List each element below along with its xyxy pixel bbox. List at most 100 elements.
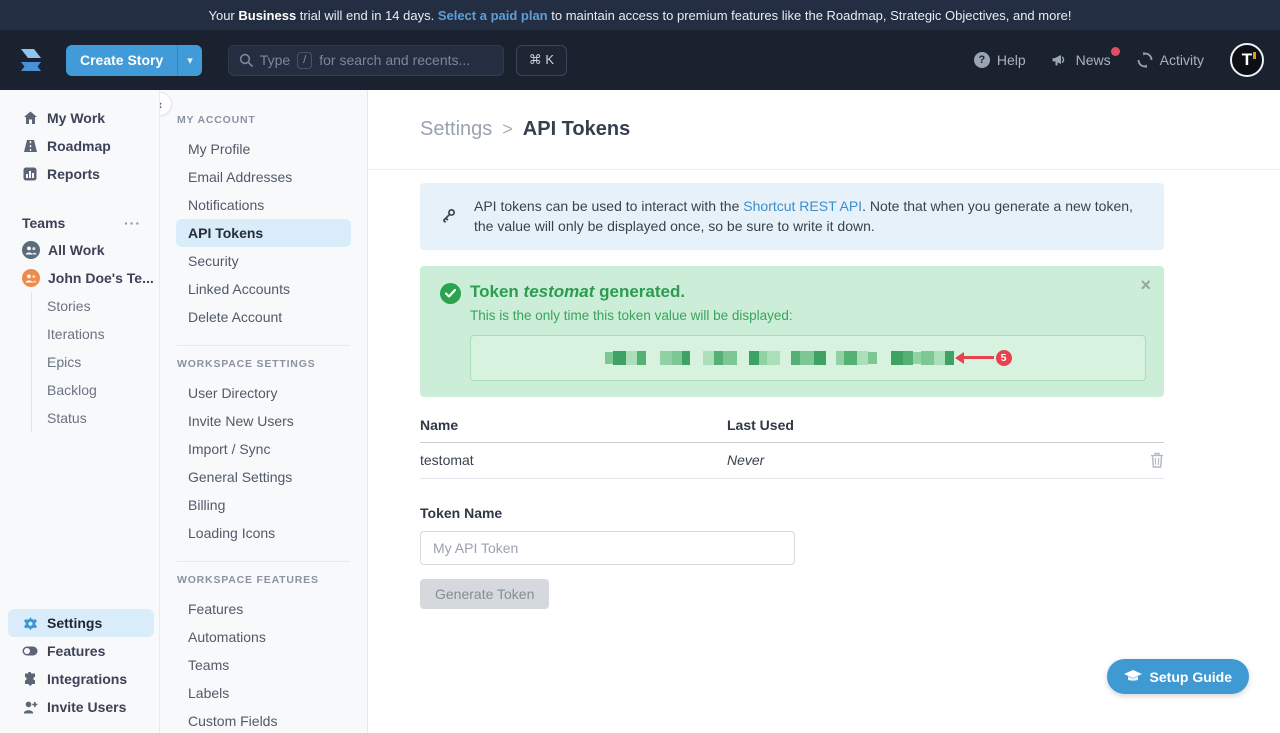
token-generated-alert: × Token testomat generated. This is the … bbox=[420, 266, 1164, 397]
roadmap-icon bbox=[22, 139, 38, 153]
bar-chart-icon bbox=[22, 167, 38, 181]
key-icon bbox=[438, 206, 458, 226]
slash-key-badge: / bbox=[297, 52, 312, 69]
sidebar-item-epics[interactable]: Epics bbox=[47, 348, 159, 376]
primary-sidebar: My Work Roadmap Reports Teams ··· bbox=[0, 90, 160, 733]
sidebar-item-stories[interactable]: Stories bbox=[47, 292, 159, 320]
sidebar-item-invite-users[interactable]: Invite Users bbox=[8, 693, 154, 721]
settings-nav-general-settings[interactable]: General Settings bbox=[176, 463, 351, 491]
user-avatar[interactable]: T bbox=[1230, 43, 1264, 77]
home-icon bbox=[22, 111, 38, 125]
shortcut-logo-icon[interactable] bbox=[16, 45, 46, 75]
sidebar-item-my-work[interactable]: My Work bbox=[0, 104, 159, 132]
page-title: API Tokens bbox=[523, 118, 630, 141]
rest-api-link[interactable]: Shortcut REST API bbox=[743, 198, 862, 214]
sidebar-item-status[interactable]: Status bbox=[47, 404, 159, 432]
settings-nav-linked-accounts[interactable]: Linked Accounts bbox=[176, 275, 351, 303]
teams-section-header: Teams ··· bbox=[0, 210, 159, 236]
activity-icon bbox=[1137, 52, 1153, 68]
app-window: Your Business trial will end in 14 days.… bbox=[0, 0, 1280, 733]
settings-nav-user-directory[interactable]: User Directory bbox=[176, 379, 351, 407]
settings-nav-email-addresses[interactable]: Email Addresses bbox=[176, 163, 351, 191]
settings-nav-api-tokens[interactable]: API Tokens bbox=[176, 219, 351, 247]
new-token-form: Token Name Generate Token bbox=[420, 505, 1164, 609]
settings-nav-delete-account[interactable]: Delete Account bbox=[176, 303, 351, 331]
section-header-workspace-features: WORKSPACE FEATURES bbox=[177, 574, 350, 586]
sidebar-item-features[interactable]: Features bbox=[8, 637, 154, 665]
search-shortcut-badge[interactable]: ⌘ K bbox=[516, 45, 567, 76]
section-header-workspace-settings: WORKSPACE SETTINGS bbox=[177, 358, 350, 370]
sidebar-item-integrations[interactable]: Integrations bbox=[8, 665, 154, 693]
settings-nav-features[interactable]: Features bbox=[176, 595, 351, 623]
graduation-cap-icon bbox=[1124, 670, 1142, 684]
api-info-banner: API tokens can be used to interact with … bbox=[420, 183, 1164, 250]
breadcrumb-separator-icon: > bbox=[502, 119, 513, 140]
teams-menu-icon[interactable]: ··· bbox=[124, 215, 141, 231]
settings-nav-my-profile[interactable]: My Profile bbox=[176, 135, 351, 163]
table-header-row: Name Last Used bbox=[420, 417, 1164, 443]
sidebar-item-backlog[interactable]: Backlog bbox=[47, 376, 159, 404]
news-notification-dot bbox=[1111, 47, 1120, 56]
search-input[interactable]: Type / for search and recents... bbox=[228, 45, 504, 76]
token-name-input[interactable] bbox=[420, 531, 795, 565]
search-icon bbox=[239, 53, 253, 67]
token-row-name: testomat bbox=[420, 452, 727, 468]
puzzle-icon bbox=[22, 672, 38, 686]
settings-nav-import-sync[interactable]: Import / Sync bbox=[176, 435, 351, 463]
sidebar-item-reports[interactable]: Reports bbox=[0, 160, 159, 188]
settings-nav-automations[interactable]: Automations bbox=[176, 623, 351, 651]
trial-banner: Your Business trial will end in 14 days.… bbox=[0, 0, 1280, 30]
gear-icon bbox=[22, 616, 38, 631]
trial-banner-text: Your Business trial will end in 14 days.… bbox=[208, 8, 1071, 23]
red-arrow-icon bbox=[958, 356, 994, 359]
megaphone-icon bbox=[1052, 53, 1069, 68]
annotation-arrow: 5 bbox=[958, 350, 1012, 366]
navbar-right: ? Help News Activity T bbox=[974, 43, 1264, 77]
sidebar-bottom-group: Settings Features Integrations bbox=[0, 609, 159, 723]
main-layout: My Work Roadmap Reports Teams ··· bbox=[0, 90, 1280, 733]
settings-nav-teams[interactable]: Teams bbox=[176, 651, 351, 679]
column-header-last-used: Last Used bbox=[727, 417, 1164, 433]
settings-nav-security[interactable]: Security bbox=[176, 247, 351, 275]
activity-button[interactable]: Activity bbox=[1137, 52, 1204, 68]
token-value-box[interactable]: 5 bbox=[470, 335, 1146, 381]
create-story-caret[interactable]: ▾ bbox=[177, 45, 202, 76]
sidebar-item-settings[interactable]: Settings bbox=[8, 609, 154, 637]
table-row: testomat Never bbox=[420, 443, 1164, 479]
teams-label: Teams bbox=[22, 215, 65, 231]
delete-token-button[interactable] bbox=[1150, 452, 1164, 468]
plan-name: Business bbox=[238, 8, 296, 23]
token-row-last-used: Never bbox=[727, 452, 1150, 468]
help-icon: ? bbox=[974, 52, 990, 68]
settings-nav-custom-fields[interactable]: Custom Fields bbox=[176, 707, 351, 733]
top-navbar: Create Story ▾ Type / for search and rec… bbox=[0, 30, 1280, 90]
token-name-label: Token Name bbox=[420, 505, 1164, 521]
divider bbox=[177, 345, 350, 346]
invite-user-icon bbox=[22, 701, 38, 714]
sidebar-item-all-work[interactable]: All Work bbox=[0, 236, 159, 264]
section-header-my-account: MY ACCOUNT bbox=[177, 114, 350, 126]
setup-guide-button[interactable]: Setup Guide bbox=[1107, 659, 1249, 694]
close-icon[interactable]: × bbox=[1140, 276, 1151, 294]
chevron-left-icon: ‹ bbox=[160, 97, 162, 112]
chevron-down-icon: ▾ bbox=[187, 54, 193, 67]
generate-token-button[interactable]: Generate Token bbox=[420, 579, 549, 609]
news-button[interactable]: News bbox=[1052, 52, 1111, 68]
collapse-sidebar-button[interactable]: ‹ bbox=[160, 92, 172, 116]
select-paid-plan-link[interactable]: Select a paid plan bbox=[438, 8, 548, 23]
settings-nav-labels[interactable]: Labels bbox=[176, 679, 351, 707]
help-button[interactable]: ? Help bbox=[974, 52, 1026, 68]
sidebar-item-john-does-team[interactable]: John Doe's Te... bbox=[0, 264, 159, 292]
settings-nav-invite-new-users[interactable]: Invite New Users bbox=[176, 407, 351, 435]
settings-nav-loading-icons[interactable]: Loading Icons bbox=[176, 519, 351, 547]
create-story-button[interactable]: Create Story bbox=[66, 45, 177, 76]
main-content: Settings > API Tokens API tokens can be … bbox=[368, 90, 1280, 733]
settings-nav-notifications[interactable]: Notifications bbox=[176, 191, 351, 219]
column-header-name: Name bbox=[420, 417, 727, 433]
sidebar-item-roadmap[interactable]: Roadmap bbox=[0, 132, 159, 160]
settings-nav-billing[interactable]: Billing bbox=[176, 491, 351, 519]
annotation-number-badge: 5 bbox=[996, 350, 1012, 366]
sidebar-item-iterations[interactable]: Iterations bbox=[47, 320, 159, 348]
breadcrumb-settings[interactable]: Settings bbox=[420, 118, 492, 141]
team-subnav: Stories Iterations Epics Backlog Status bbox=[31, 292, 159, 432]
